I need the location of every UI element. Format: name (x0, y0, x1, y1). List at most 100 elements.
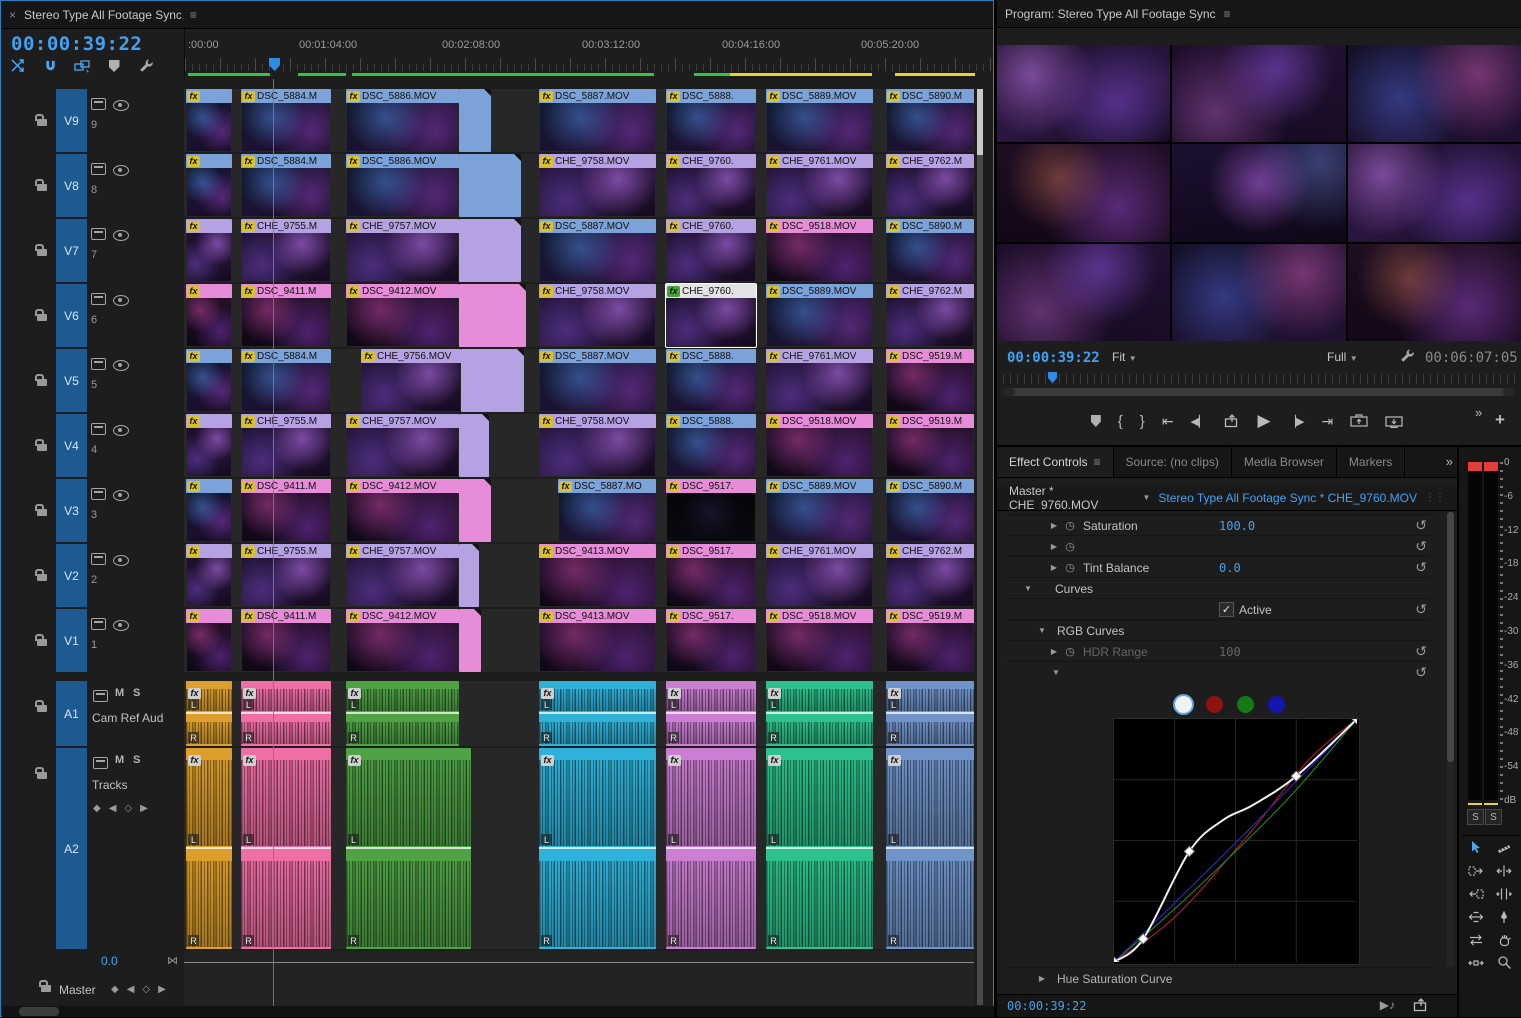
toggle-track-output-icon[interactable] (113, 553, 129, 571)
timeline-clip[interactable]: fxDSC_9411.M (241, 479, 331, 542)
reset-icon[interactable]: ↺ (1415, 559, 1427, 576)
source-track-icon[interactable] (91, 227, 106, 245)
program-grid-cell[interactable] (997, 244, 1170, 341)
timeline-settings-button[interactable] (137, 57, 155, 75)
audio-clip[interactable]: LRfx (666, 681, 756, 746)
audio-clip[interactable]: LRfx (346, 681, 459, 746)
timeline-vscrollbar[interactable] (977, 89, 983, 1005)
program-timecode[interactable]: 00:00:39:22 (1007, 350, 1100, 366)
audio-clip[interactable]: LRfx (346, 748, 471, 949)
source-track-icon[interactable] (91, 487, 106, 505)
source-track-icon[interactable] (91, 97, 106, 115)
twirl-icon[interactable]: ▶ (1047, 647, 1061, 656)
timeline-clip[interactable]: fxCHE_9762.M (886, 154, 974, 217)
mute-button[interactable]: M (115, 687, 124, 699)
program-mini-ruler[interactable] (1003, 374, 1515, 384)
timeline-clip[interactable]: fx (186, 414, 232, 477)
track-target-A2[interactable]: A2 (56, 748, 87, 949)
program-grid-cell[interactable] (1348, 45, 1521, 142)
effects-scrollbar[interactable] (1447, 512, 1454, 967)
step-forward-button[interactable]: ▕▶ (1288, 415, 1305, 428)
audio-clip[interactable]: LRfx (766, 748, 873, 949)
linked-selection-toggle[interactable] (73, 57, 91, 75)
timeline-clip[interactable]: fxDSC_5890.M (886, 219, 974, 282)
master-volume-value[interactable]: 0.0 (101, 954, 118, 968)
timeline-clip[interactable]: fxCHE_9755.M (241, 544, 331, 607)
slip-tool[interactable] (1462, 928, 1490, 951)
program-grid-cell[interactable] (1172, 144, 1345, 241)
track-lock-icon[interactable] (37, 113, 47, 131)
insert-overwrite-toggle[interactable] (9, 57, 27, 75)
program-grid-cell[interactable] (1348, 144, 1521, 241)
toggle-track-output-icon[interactable] (113, 228, 129, 246)
timeline-clip[interactable]: fxDSC_9517. (666, 479, 756, 542)
panel-menu-icon[interactable]: ≡ (190, 8, 197, 22)
timeline-clip[interactable] (459, 154, 521, 217)
timeline-clip[interactable]: fxCHE_9757.MOV (346, 414, 459, 477)
track-target-V3[interactable]: V3 (56, 479, 87, 542)
timeline-clip[interactable]: fx (186, 349, 232, 412)
program-grid-cell[interactable] (1348, 244, 1521, 341)
twirl-icon[interactable]: ▶ (1047, 542, 1061, 551)
tab-source-no-clips-[interactable]: Source: (no clips) (1114, 447, 1232, 477)
curve-channel-blue[interactable] (1268, 696, 1285, 713)
param-value[interactable]: 100.0 (1219, 519, 1255, 533)
track-lock-icon[interactable] (37, 699, 47, 717)
twirl-icon[interactable]: ▶ (1047, 521, 1061, 530)
show-keyframes-icon[interactable]: ⋈ (167, 954, 178, 967)
solo-button[interactable]: S (1467, 809, 1484, 825)
play-button[interactable]: ▶ (1257, 411, 1270, 431)
track-lock-icon[interactable] (37, 178, 47, 196)
timeline-clip[interactable]: fxDSC_9518.MOV (766, 609, 873, 672)
track-target-V5[interactable]: V5 (56, 349, 87, 412)
timeline-clip[interactable]: fx (186, 544, 232, 607)
timeline-clip[interactable]: fxDSC_9518.MOV (766, 219, 873, 282)
source-track-icon[interactable] (93, 756, 108, 774)
timeline-clip[interactable]: fxCHE_9758.MOV (539, 284, 656, 347)
timeline-ruler[interactable]: :00:0000:01:04:0000:02:08:0000:03:12:000… (184, 29, 995, 79)
timeline-clip[interactable]: fxDSC_9411.M (241, 609, 331, 672)
transport-more-icon[interactable]: » (1475, 405, 1482, 420)
source-track-icon[interactable] (91, 357, 106, 375)
timeline-clip[interactable]: fx (186, 479, 232, 542)
audio-clip[interactable]: LRfx (886, 681, 974, 746)
tab-markers[interactable]: Markers (1337, 447, 1405, 477)
toggle-track-output-icon[interactable] (113, 98, 129, 116)
timeline-clip[interactable]: fxDSC_5886.MOV (346, 89, 459, 152)
track-select-backward-tool[interactable] (1462, 882, 1490, 905)
reset-icon[interactable]: ↺ (1415, 643, 1427, 660)
timeline-clip[interactable]: fxCHE_9761.MOV (766, 544, 873, 607)
timeline-clip[interactable]: fxCHE_9757.MOV (346, 544, 459, 607)
panel-menu-icon[interactable]: ≡ (1224, 7, 1231, 21)
audio-clip[interactable]: LRfx (241, 681, 331, 746)
program-grid-cell[interactable] (1172, 244, 1345, 341)
track-target-V2[interactable]: V2 (56, 544, 87, 607)
audio-clip[interactable]: LRfx (766, 681, 873, 746)
toggle-track-output-icon[interactable] (113, 488, 129, 506)
source-track-icon[interactable] (91, 292, 106, 310)
timeline-clip[interactable]: fxCHE_9760. (666, 284, 756, 347)
timeline-clip[interactable]: fxDSC_9517. (666, 609, 756, 672)
vscroll-thumb[interactable] (977, 89, 983, 155)
track-lock-icon[interactable] (37, 373, 47, 391)
timeline-clip[interactable]: fxDSC_5887.MO (558, 479, 656, 542)
track-lock-icon[interactable] (37, 308, 47, 326)
timeline-clip[interactable]: fxDSC_9413.MOV (539, 544, 656, 607)
snap-toggle[interactable] (41, 57, 59, 75)
twirl-icon[interactable]: ▶ (1035, 974, 1049, 983)
add-marker-button[interactable] (1091, 415, 1101, 427)
go-to-in-button[interactable]: ⇤ (1162, 413, 1174, 430)
solo-button[interactable]: S (133, 687, 140, 699)
mute-button[interactable]: M (115, 754, 124, 766)
hand-tool[interactable] (1490, 928, 1518, 951)
pen-tool[interactable] (1490, 905, 1518, 928)
solo-button[interactable]: S (1485, 809, 1502, 825)
timeline-clip[interactable]: fxDSC_5884.M (241, 154, 331, 217)
program-scrollbar[interactable] (1003, 388, 1515, 396)
source-track-icon[interactable] (93, 689, 108, 707)
twirl-icon[interactable]: ▼ (1021, 584, 1035, 593)
param-value[interactable]: 0.0 (1219, 561, 1241, 575)
timeline-clip[interactable]: fx (186, 89, 232, 152)
timeline-clip[interactable]: fxCHE_9755.M (241, 414, 331, 477)
twirl-icon[interactable]: ▼ (1049, 668, 1063, 677)
